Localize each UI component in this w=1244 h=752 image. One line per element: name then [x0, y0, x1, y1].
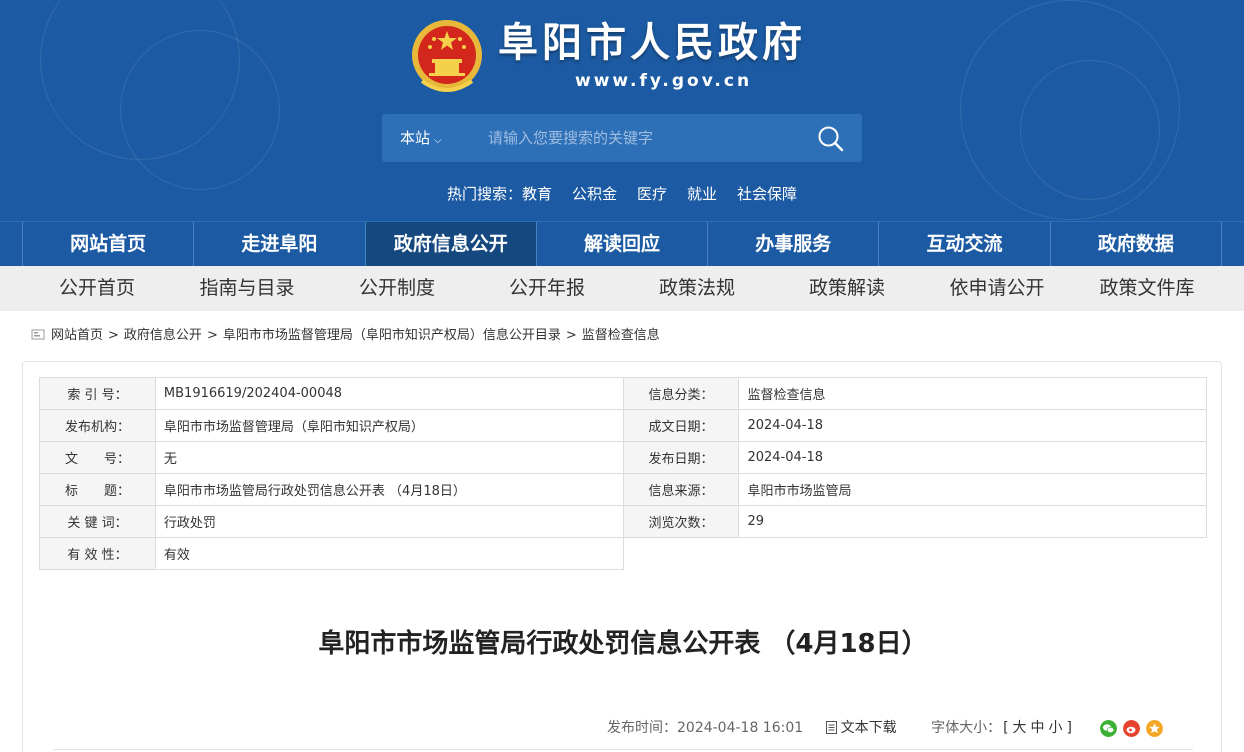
chevron-down-icon: ⌵ — [434, 135, 442, 146]
meta-label: 信息分类： — [622, 377, 740, 410]
background-flower-decoration — [1020, 60, 1160, 200]
sub-nav-item-guide-catalog[interactable]: 指南与目录 — [172, 266, 322, 311]
weibo-icon[interactable] — [1123, 720, 1140, 737]
search-icon[interactable] — [816, 124, 846, 154]
site-title: 阜阳市人民政府 — [498, 20, 806, 66]
article-title: 阜阳市市场监管局行政处罚信息公开表 （4月18日） — [318, 629, 928, 659]
table-row: 索 引 号： MB1916619/202404-00048 信息分类： 监督检查… — [39, 377, 1207, 410]
font-size-medium-button[interactable]: 中 — [1031, 720, 1045, 736]
publish-time: 发布时间：2024-04-18 16:01 — [607, 720, 804, 736]
hot-search-label: 热门搜索： — [446, 185, 522, 203]
meta-value: 有效 — [154, 537, 624, 570]
breadcrumb: 网站首页 > 政府信息公开 > 阜阳市市场监督管理局（阜阳市知识产权局）信息公开目录 > 监… — [31, 326, 660, 346]
download-link[interactable]: 文本下载 — [825, 720, 897, 736]
font-size-small-button[interactable]: 小 — [1049, 720, 1063, 736]
breadcrumb-separator: > — [206, 328, 218, 343]
sub-nav-item-policy-interpretation[interactable]: 政策解读 — [772, 266, 922, 311]
table-row: 文 号： 无 发布日期： 2024-04-18 — [39, 441, 1207, 474]
download-label: 文本下载 — [840, 720, 897, 736]
meta-value: 行政处罚 — [154, 505, 624, 538]
main-nav-item-about-fuyang[interactable]: 走进阜阳 — [194, 222, 366, 267]
article-container: 索 引 号： MB1916619/202404-00048 信息分类： 监督检查… — [22, 361, 1222, 752]
meta-value: 29 — [738, 505, 1207, 538]
meta-value: 阜阳市市场监管局 — [738, 473, 1207, 506]
breadcrumb-link[interactable]: 阜阳市市场监督管理局（阜阳市知识产权局）信息公开目录 — [223, 328, 561, 343]
search-bar: 本站 ⌵ — [382, 114, 862, 162]
meta-label: 浏览次数： — [622, 505, 740, 538]
meta-label: 有 效 性： — [39, 537, 156, 570]
meta-value: 监督检查信息 — [738, 377, 1207, 410]
meta-value: 2024-04-18 — [738, 409, 1207, 442]
search-scope-label: 本站 — [400, 129, 431, 147]
wechat-icon[interactable] — [1100, 720, 1117, 737]
info-metadata-table: 索 引 号： MB1916619/202404-00048 信息分类： 监督检查… — [39, 377, 1207, 570]
meta-label: 标 题： — [39, 473, 156, 506]
main-navigation: 网站首页 走进阜阳 政府信息公开 解读回应 办事服务 互动交流 政府数据 — [0, 221, 1244, 267]
sub-navigation: 公开首页 指南与目录 公开制度 公开年报 政策法规 政策解读 依申请公开 政策文… — [0, 266, 1244, 311]
sub-nav-item-policies-regulations[interactable]: 政策法规 — [622, 266, 772, 311]
breadcrumb-separator: > — [108, 328, 119, 343]
article-toolbar: 发布时间：2024-04-18 16:01 文本下载 字体大小：[大中小] — [607, 718, 1074, 738]
table-row: 关 键 词： 行政处罚 浏览次数： 29 — [39, 505, 1207, 538]
font-size-bracket: [ — [1003, 720, 1009, 736]
meta-value: 阜阳市市场监督管理局（阜阳市知识产权局） — [154, 409, 624, 442]
background-flower-decoration — [120, 30, 280, 190]
meta-value: 无 — [154, 441, 624, 474]
font-size-bracket: ] — [1066, 720, 1073, 736]
table-row: 标 题： 阜阳市市场监管局行政处罚信息公开表 （4月18日） 信息来源： 阜阳市… — [39, 473, 1207, 506]
table-row: 有 效 性： 有效 — [39, 537, 1207, 570]
sub-nav-item-disclosure-home[interactable]: 公开首页 — [22, 266, 172, 311]
hot-search-item[interactable]: 教育 — [522, 183, 552, 204]
empty-cell — [623, 537, 1207, 570]
document-icon — [825, 721, 837, 734]
sub-nav-item-policy-library[interactable]: 政策文件库 — [1072, 266, 1222, 311]
main-nav-item-gov-data[interactable]: 政府数据 — [1051, 222, 1222, 267]
search-scope-dropdown[interactable]: 本站 ⌵ — [400, 114, 442, 162]
main-nav-item-gov-info-disclosure[interactable]: 政府信息公开 — [365, 222, 537, 267]
meta-label: 发布日期： — [622, 441, 740, 474]
location-icon — [31, 329, 45, 340]
font-size-large-button[interactable]: 大 — [1013, 720, 1027, 736]
sub-nav-item-annual-report[interactable]: 公开年报 — [472, 266, 622, 311]
meta-value: 阜阳市市场监管局行政处罚信息公开表 （4月18日） — [154, 473, 624, 506]
font-size-label: 字体大小： — [931, 720, 1002, 736]
hot-search-item[interactable]: 社会保障 — [737, 183, 797, 204]
meta-label: 信息来源： — [622, 473, 740, 506]
hot-search-item[interactable]: 公积金 — [572, 183, 617, 204]
site-header: 阜阳市人民政府 www.fy.gov.cn 本站⌵ 热门搜索：教育公积金医疗就业… — [0, 0, 1244, 221]
meta-label: 索 引 号： — [39, 377, 156, 410]
divider — [53, 749, 1193, 750]
breadcrumb-link[interactable]: 政府信息公开 — [124, 328, 202, 343]
table-row: 发布机构： 阜阳市市场监督管理局（阜阳市知识产权局） 成文日期： 2024-04… — [39, 409, 1207, 442]
breadcrumb-separator: > — [565, 328, 577, 343]
favorite-icon[interactable] — [1146, 720, 1163, 737]
meta-label: 关 键 词： — [39, 505, 156, 538]
site-url: www.fy.gov.cn — [575, 71, 753, 91]
breadcrumb-link[interactable]: 监督检查信息 — [582, 328, 660, 343]
breadcrumb-link[interactable]: 网站首页 — [51, 328, 103, 343]
share-buttons — [1100, 720, 1163, 737]
main-nav-item-services[interactable]: 办事服务 — [708, 222, 880, 267]
meta-value: 2024-04-18 — [738, 441, 1207, 474]
search-input[interactable] — [488, 123, 808, 153]
national-emblem-icon — [412, 20, 482, 92]
sub-nav-item-disclosure-system[interactable]: 公开制度 — [322, 266, 472, 311]
hot-search-item[interactable]: 医疗 — [637, 183, 667, 204]
meta-label: 文 号： — [39, 441, 156, 474]
sub-nav-item-request-disclosure[interactable]: 依申请公开 — [922, 266, 1072, 311]
hot-search-item[interactable]: 就业 — [687, 183, 717, 204]
main-nav-item-interaction[interactable]: 互动交流 — [879, 222, 1051, 267]
main-nav-item-interpretation[interactable]: 解读回应 — [537, 222, 709, 267]
main-nav-item-home[interactable]: 网站首页 — [22, 222, 195, 267]
meta-value: MB1916619/202404-00048 — [154, 377, 624, 410]
meta-label: 成文日期： — [622, 409, 740, 442]
hot-search: 热门搜索：教育 公积金 医疗 就业 社会保障 — [0, 183, 1244, 204]
meta-label: 发布机构： — [39, 409, 156, 442]
